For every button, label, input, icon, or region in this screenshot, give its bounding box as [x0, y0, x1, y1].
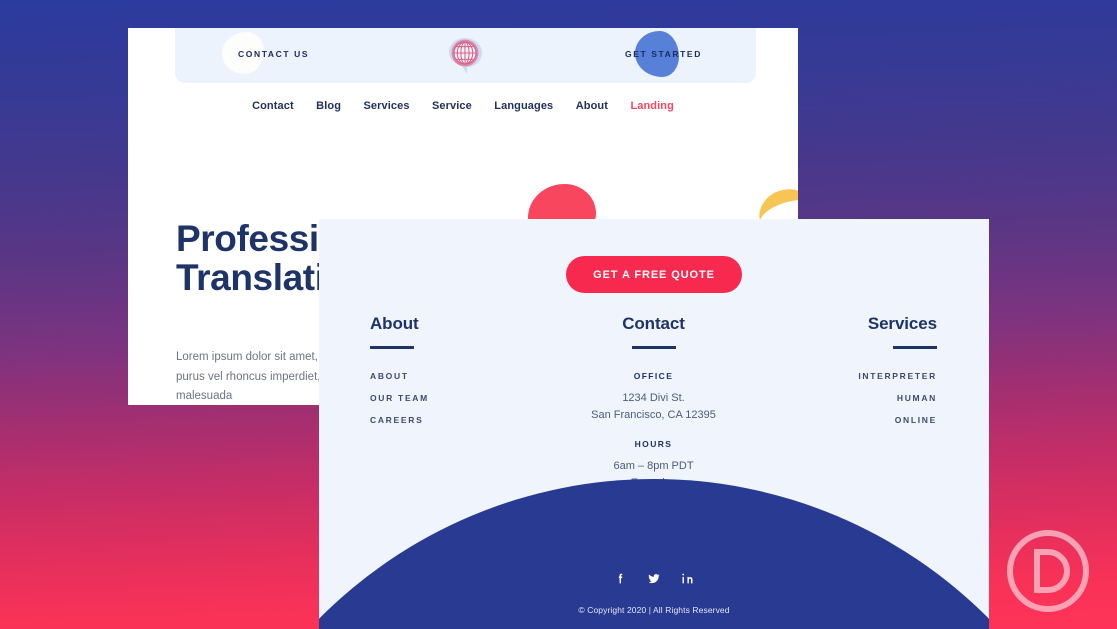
heading-underline — [631, 346, 676, 349]
main-navigation: Contact Blog Services Service Languages … — [128, 96, 798, 114]
globe-speech-bubble-logo-icon — [449, 38, 482, 74]
twitter-icon — [648, 573, 660, 583]
get-a-free-quote-button[interactable]: GET A FREE QUOTE — [566, 256, 742, 293]
twitter-icon-link[interactable] — [647, 572, 661, 590]
footer-column-contact: Contact OFFICE 1234 Divi St. San Francis… — [542, 314, 765, 492]
hours-label: HOURS — [634, 439, 673, 449]
divi-logo-badge[interactable] — [1005, 528, 1091, 614]
get-started-link[interactable]: GET STARTED — [625, 49, 702, 59]
footer-columns: About ABOUT OUR TEAM CAREERS Contact OFF… — [319, 314, 989, 492]
linkedin-icon-link[interactable] — [681, 572, 694, 590]
nav-item-contact[interactable]: Contact — [252, 100, 294, 112]
footer-heading-services: Services — [867, 314, 937, 333]
linkedin-icon — [682, 573, 693, 584]
footer-link-interpreter[interactable]: INTERPRETER — [775, 371, 937, 381]
footer-link-online[interactable]: ONLINE — [775, 415, 937, 425]
footer-overlay-panel: GET A FREE QUOTE About ABOUT OUR TEAM CA… — [319, 219, 989, 629]
footer-link-about[interactable]: ABOUT — [370, 371, 532, 381]
facebook-icon — [618, 573, 622, 584]
copyright-text: © Copyright 2020 | All Rights Reserved — [578, 605, 730, 615]
heading-underline — [370, 346, 414, 349]
hours-line1: 6am – 8pm PDT — [613, 460, 694, 472]
office-address-line1: 1234 Divi St. — [622, 392, 685, 404]
nav-item-languages[interactable]: Languages — [494, 100, 553, 112]
footer-column-services: Services INTERPRETER HUMAN ONLINE — [765, 314, 988, 492]
footer-link-our-team[interactable]: OUR TEAM — [370, 393, 532, 403]
footer-heading-about: About — [370, 314, 419, 333]
cta-container: GET A FREE QUOTE — [319, 219, 989, 293]
top-utility-bar: CONTACT US GET STARTED — [175, 28, 756, 83]
footer-heading-contact: Contact — [622, 314, 685, 333]
social-links — [319, 572, 989, 590]
footer-column-about: About ABOUT OUR TEAM CAREERS — [319, 314, 542, 492]
footer-link-human[interactable]: HUMAN — [775, 393, 937, 403]
nav-item-landing[interactable]: Landing — [630, 100, 673, 112]
footer-link-careers[interactable]: CAREERS — [370, 415, 532, 425]
heading-underline — [893, 346, 937, 349]
page-background: CONTACT US GET STARTED Contact Blog Serv… — [0, 0, 1117, 629]
nav-item-services[interactable]: Services — [363, 100, 409, 112]
office-label: OFFICE — [633, 371, 674, 381]
facebook-icon-link[interactable] — [614, 572, 627, 590]
nav-item-service[interactable]: Service — [432, 100, 472, 112]
nav-item-blog[interactable]: Blog — [316, 100, 341, 112]
contact-us-link[interactable]: CONTACT US — [238, 49, 309, 59]
office-address-line2: San Francisco, CA 12395 — [591, 409, 716, 421]
site-logo[interactable] — [443, 34, 487, 78]
nav-item-about[interactable]: About — [576, 100, 608, 112]
divi-d-circle-icon — [1007, 530, 1089, 612]
